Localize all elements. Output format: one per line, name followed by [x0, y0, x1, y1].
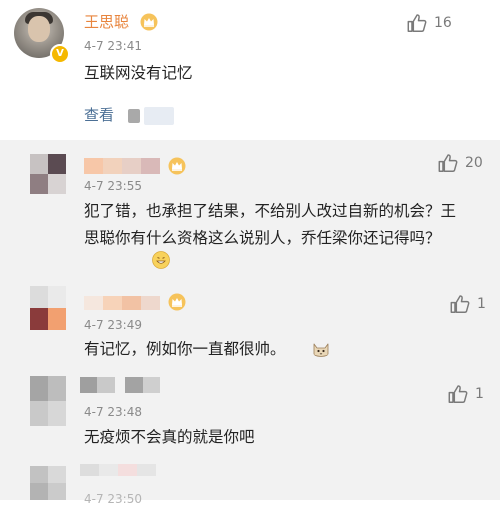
avatar-face — [28, 16, 50, 42]
avatar[interactable] — [30, 466, 66, 500]
blurred-username — [84, 158, 160, 174]
crown-badge-icon — [168, 293, 186, 311]
avatar[interactable] — [30, 376, 66, 426]
like-count: 16 — [434, 15, 452, 31]
thumbs-up-icon — [448, 385, 468, 403]
like-count: 20 — [465, 155, 483, 171]
crown-badge-icon — [140, 13, 158, 31]
reply-timestamp: 4-7 23:55 — [84, 179, 142, 193]
reply-text: 有记忆，例如你一直都很帅。 — [84, 340, 286, 358]
reply-timestamp: 4-7 23:50 — [84, 492, 142, 506]
comment-timestamp: 4-7 23:41 — [84, 39, 142, 53]
verified-badge-icon: V — [50, 44, 70, 64]
blurred-username — [84, 296, 160, 310]
like-button[interactable]: 20 — [437, 152, 483, 174]
username[interactable]: 王思聪 — [84, 11, 129, 32]
like-button[interactable]: 1 — [449, 293, 486, 315]
blurred-text — [128, 109, 140, 123]
reply-list: 4-7 23:55 犯了错，也承担了结果，不给别人改过自新的机会？王思聪你有什么… — [0, 140, 500, 506]
like-button[interactable]: 1 — [447, 383, 484, 405]
reply-timestamp: 4-7 23:49 — [84, 318, 142, 332]
blurred-username — [80, 464, 156, 476]
crown-badge-icon — [168, 157, 186, 175]
cat-emoji-icon — [313, 342, 329, 357]
like-count: 1 — [475, 386, 484, 402]
thumbs-up-icon — [407, 14, 427, 32]
comment-text: 互联网没有记忆 — [84, 64, 193, 82]
reply-text: 犯了错，也承担了结果，不给别人改过自新的机会？王思聪你有什么资格这么说别人，乔任… — [84, 202, 457, 247]
main-comment: V 王思聪 4-7 23:41 互联网没有记忆 16 查看 — [0, 0, 500, 140]
thumbs-up-icon — [438, 154, 458, 172]
like-count: 1 — [477, 296, 486, 312]
grin-emoji-icon — [152, 251, 170, 269]
view-replies-link[interactable]: 查看 — [84, 104, 114, 125]
reply-text: 无疫烦不会真的就是你吧 — [84, 428, 255, 446]
avatar[interactable] — [30, 286, 66, 330]
avatar[interactable]: V — [14, 8, 70, 64]
blurred-username — [80, 377, 160, 393]
blurred-text — [144, 107, 174, 125]
reply-timestamp: 4-7 23:48 — [84, 405, 142, 419]
like-button[interactable]: 16 — [406, 12, 452, 34]
thumbs-up-icon — [450, 295, 470, 313]
avatar[interactable] — [30, 154, 66, 194]
